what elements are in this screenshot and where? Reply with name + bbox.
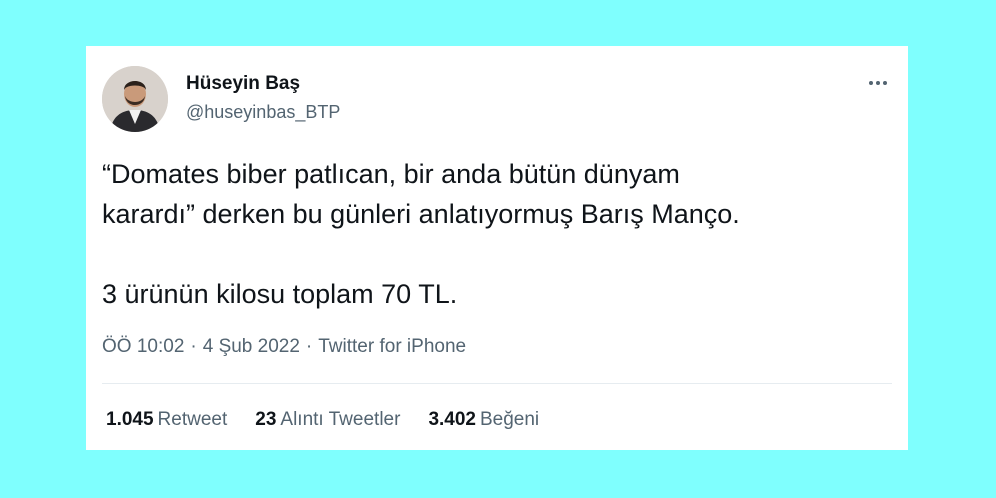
more-dot — [869, 81, 873, 85]
quotes-label: Alıntı Tweetler — [280, 409, 401, 430]
divider — [102, 383, 892, 384]
tweet-text-line: karardı” derken bu günleri anlatıyormuş … — [102, 199, 740, 229]
avatar-image — [102, 66, 168, 132]
tweet-source[interactable]: Twitter for iPhone — [318, 336, 466, 357]
more-options-icon[interactable] — [864, 72, 892, 94]
tweet-meta: ÖÖ 10:02 · 4 Şub 2022 · Twitter for iPhone — [102, 336, 466, 358]
retweets-label: Retweet — [157, 409, 228, 430]
tweet-time[interactable]: ÖÖ 10:02 — [102, 336, 184, 357]
retweets-count: 1.045 — [106, 409, 154, 430]
tweet-card: Hüseyin Baş @huseyinbas_BTP “Domates bib… — [86, 46, 908, 450]
likes-label: Beğeni — [479, 409, 540, 430]
author-name[interactable]: Hüseyin Baş — [186, 73, 300, 95]
quotes-count: 23 — [255, 409, 277, 430]
quotes-stat[interactable]: 23 Alıntı Tweetler — [255, 409, 400, 431]
retweets-stat[interactable]: 1.045 Retweet — [106, 409, 227, 431]
more-dot — [883, 81, 887, 85]
likes-stat[interactable]: 3.402 Beğeni — [428, 409, 539, 431]
author-handle[interactable]: @huseyinbas_BTP — [186, 102, 340, 123]
tweet-date[interactable]: 4 Şub 2022 — [203, 336, 300, 357]
likes-count: 3.402 — [428, 409, 476, 430]
tweet-text-line: “Domates biber patlıcan, bir anda bütün … — [102, 159, 680, 189]
meta-separator: · — [190, 336, 197, 357]
tweet-text: “Domates biber patlıcan, bir anda bütün … — [102, 154, 892, 314]
tweet-stats: 1.045 Retweet 23 Alıntı Tweetler 3.402 Beğe… — [106, 409, 539, 431]
meta-separator: · — [305, 336, 313, 357]
avatar[interactable] — [102, 66, 168, 132]
tweet-text-line: 3 ürünün kilosu toplam 70 TL. — [102, 279, 458, 309]
more-dot — [876, 81, 880, 85]
